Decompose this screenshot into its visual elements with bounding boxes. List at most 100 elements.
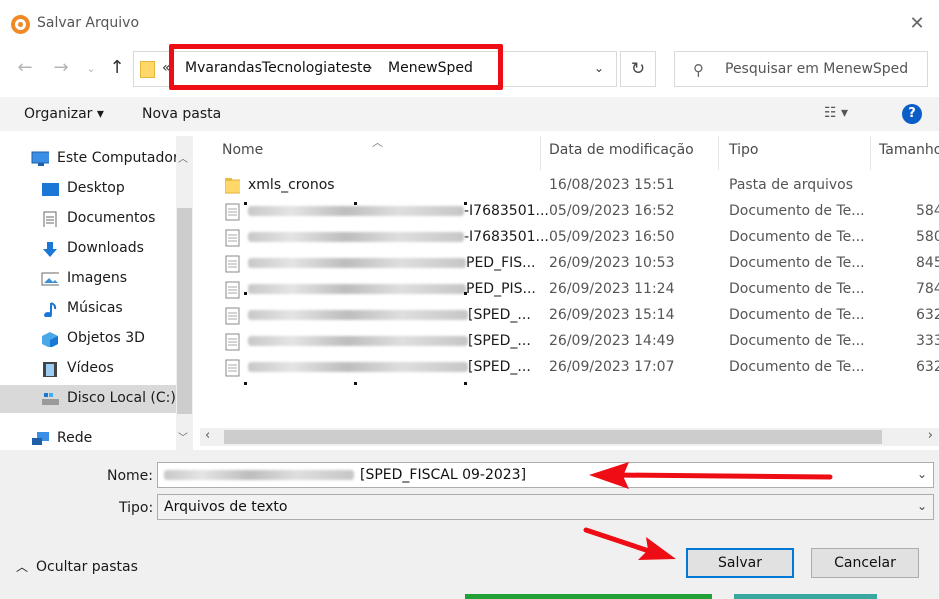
file-size: 632 — [916, 359, 939, 375]
text-file-icon — [225, 307, 240, 325]
organize-button[interactable]: Organizar ▾ — [24, 106, 104, 122]
nav-item-downloads[interactable]: Downloads — [0, 235, 176, 263]
text-file-icon — [225, 359, 240, 377]
new-folder-button[interactable]: Nova pasta — [142, 106, 221, 122]
cancel-button[interactable]: Cancelar — [811, 548, 919, 578]
file-date: 26/09/2023 10:53 — [549, 255, 675, 271]
column-header-data[interactable]: Data de modificação — [549, 142, 694, 158]
nav-item-label: Rede — [57, 430, 93, 446]
file-date: 05/09/2023 16:52 — [549, 203, 675, 219]
file-type: Pasta de arquivos — [729, 177, 854, 193]
file-size: 584 — [916, 203, 939, 219]
nav-item-label: Objetos 3D — [67, 330, 145, 346]
nav-item-label: Imagens — [67, 270, 128, 286]
file-type: Documento de Te... — [729, 333, 865, 349]
forward-arrow-icon[interactable]: → — [50, 57, 72, 78]
file-size: 632 — [916, 307, 939, 323]
text-file-icon — [225, 281, 240, 299]
file-date: 26/09/2023 15:14 — [549, 307, 675, 323]
nav-item-documentos[interactable]: Documentos — [0, 205, 176, 233]
column-header-tamanho[interactable]: Tamanho — [879, 142, 939, 158]
nav-item-rede[interactable]: Rede — [0, 425, 176, 453]
file-name-suffix: PED_FIS... — [466, 255, 536, 271]
file-name-dropdown-icon[interactable]: ⌄ — [917, 467, 927, 481]
file-name: xmls_cronos — [248, 177, 335, 193]
hide-folders-label: Ocultar pastas — [36, 559, 138, 575]
folder-icon — [225, 178, 240, 194]
nav-item-label: Vídeos — [67, 360, 114, 376]
file-name-label: Nome: — [107, 468, 154, 484]
column-header-tipo[interactable]: Tipo — [729, 142, 758, 158]
objects-3d-icon — [42, 332, 58, 347]
recent-locations-chevron-icon[interactable]: ⌄ — [80, 62, 102, 75]
window-title: Salvar Arquivo — [37, 15, 140, 31]
music-icon — [44, 302, 57, 317]
file-type: Documento de Te... — [729, 203, 865, 219]
horizontal-scrollbar[interactable]: ‹ › — [200, 428, 939, 446]
file-name-suffix: PED_PIS... — [466, 281, 536, 297]
address-dropdown-icon[interactable]: ⌄ — [594, 61, 604, 75]
nav-item-musicas[interactable]: Músicas — [0, 295, 176, 323]
selection-handles — [244, 202, 467, 385]
documents-icon — [43, 211, 57, 227]
folder-icon — [140, 61, 155, 78]
text-file-icon — [225, 229, 240, 247]
toolbar: Organizar ▾ Nova pasta ☷ ▾ ? — [0, 97, 939, 131]
column-divider[interactable] — [718, 136, 719, 170]
scroll-up-icon[interactable]: ︿ — [178, 150, 188, 165]
view-options-icon[interactable]: ☷ ▾ — [824, 105, 848, 121]
back-arrow-icon[interactable]: ← — [14, 57, 36, 78]
file-name-value-wrap: [SPED_FISCAL 09-2023] — [164, 467, 526, 483]
nav-item-label: Documentos — [67, 210, 156, 226]
file-type-dropdown-icon[interactable]: ⌄ — [917, 499, 927, 513]
up-arrow-icon[interactable]: ↑ — [106, 57, 128, 78]
file-size: 784 — [916, 281, 939, 297]
close-icon[interactable]: ✕ — [905, 12, 929, 36]
nav-item-este-computador[interactable]: Este Computador — [0, 145, 179, 173]
save-button[interactable]: Salvar — [686, 548, 794, 578]
app-logo-icon — [11, 15, 30, 34]
save-form: Nome: [SPED_FISCAL 09-2023] ⌄ Tipo: Arqu… — [0, 450, 939, 599]
text-file-icon — [225, 333, 240, 351]
file-name-field[interactable]: [SPED_FISCAL 09-2023] ⌄ — [157, 462, 934, 488]
downloads-icon — [43, 242, 57, 257]
table-row[interactable]: xmls_cronos 16/08/2023 15:51 Pasta de ar… — [200, 173, 939, 199]
nav-item-desktop[interactable]: Desktop — [0, 175, 176, 203]
file-name-suffix: [SPED_... — [468, 333, 531, 349]
nav-item-label: Músicas — [67, 300, 123, 316]
nav-item-videos[interactable]: Vídeos — [0, 355, 176, 383]
file-name-suffix: -I7683501... — [464, 203, 549, 219]
background-app-button — [465, 594, 712, 599]
file-type-select[interactable]: Arquivos de texto ⌄ — [157, 494, 934, 520]
file-size: 845 — [916, 255, 939, 271]
scroll-left-icon[interactable]: ‹ — [205, 428, 210, 443]
nav-item-disco-local[interactable]: Disco Local (C:) — [0, 385, 176, 413]
pictures-icon — [41, 272, 59, 286]
file-name-value: [SPED_FISCAL 09-2023] — [360, 467, 527, 483]
search-placeholder: Pesquisar em MenewSped — [725, 61, 909, 77]
navigation-pane: Este Computador Desktop Documentos Downl… — [0, 136, 197, 450]
file-name-suffix: [SPED_... — [468, 359, 531, 375]
chevron-up-icon: ︿ — [16, 560, 29, 574]
column-divider[interactable] — [870, 136, 871, 170]
file-date: 26/09/2023 11:24 — [549, 281, 675, 297]
column-divider[interactable] — [540, 136, 541, 170]
help-icon[interactable]: ? — [902, 104, 922, 124]
refresh-icon[interactable]: ↻ — [620, 51, 656, 87]
nav-item-imagens[interactable]: Imagens — [0, 265, 176, 293]
nav-item-objetos-3d[interactable]: Objetos 3D — [0, 325, 176, 353]
hide-folders-toggle[interactable]: ︿ Ocultar pastas — [16, 558, 138, 575]
file-name-suffix: -I7683501... — [464, 229, 549, 245]
search-icon: ⚲ — [693, 61, 704, 79]
horizontal-scrollbar-thumb[interactable] — [224, 430, 882, 444]
nav-item-label: Disco Local (C:) — [67, 390, 176, 406]
nav-scrollbar-thumb[interactable] — [177, 208, 192, 414]
file-date: 26/09/2023 17:07 — [549, 359, 675, 375]
text-file-icon — [225, 203, 240, 221]
column-header-nome[interactable]: Nome — [222, 142, 263, 158]
file-type-label: Tipo: — [119, 500, 154, 516]
scroll-right-icon[interactable]: › — [928, 428, 933, 443]
scroll-down-icon[interactable]: ﹀ — [178, 429, 188, 444]
sort-ascending-icon: ︿ — [372, 136, 383, 149]
search-input[interactable]: ⚲ Pesquisar em MenewSped — [674, 51, 928, 87]
